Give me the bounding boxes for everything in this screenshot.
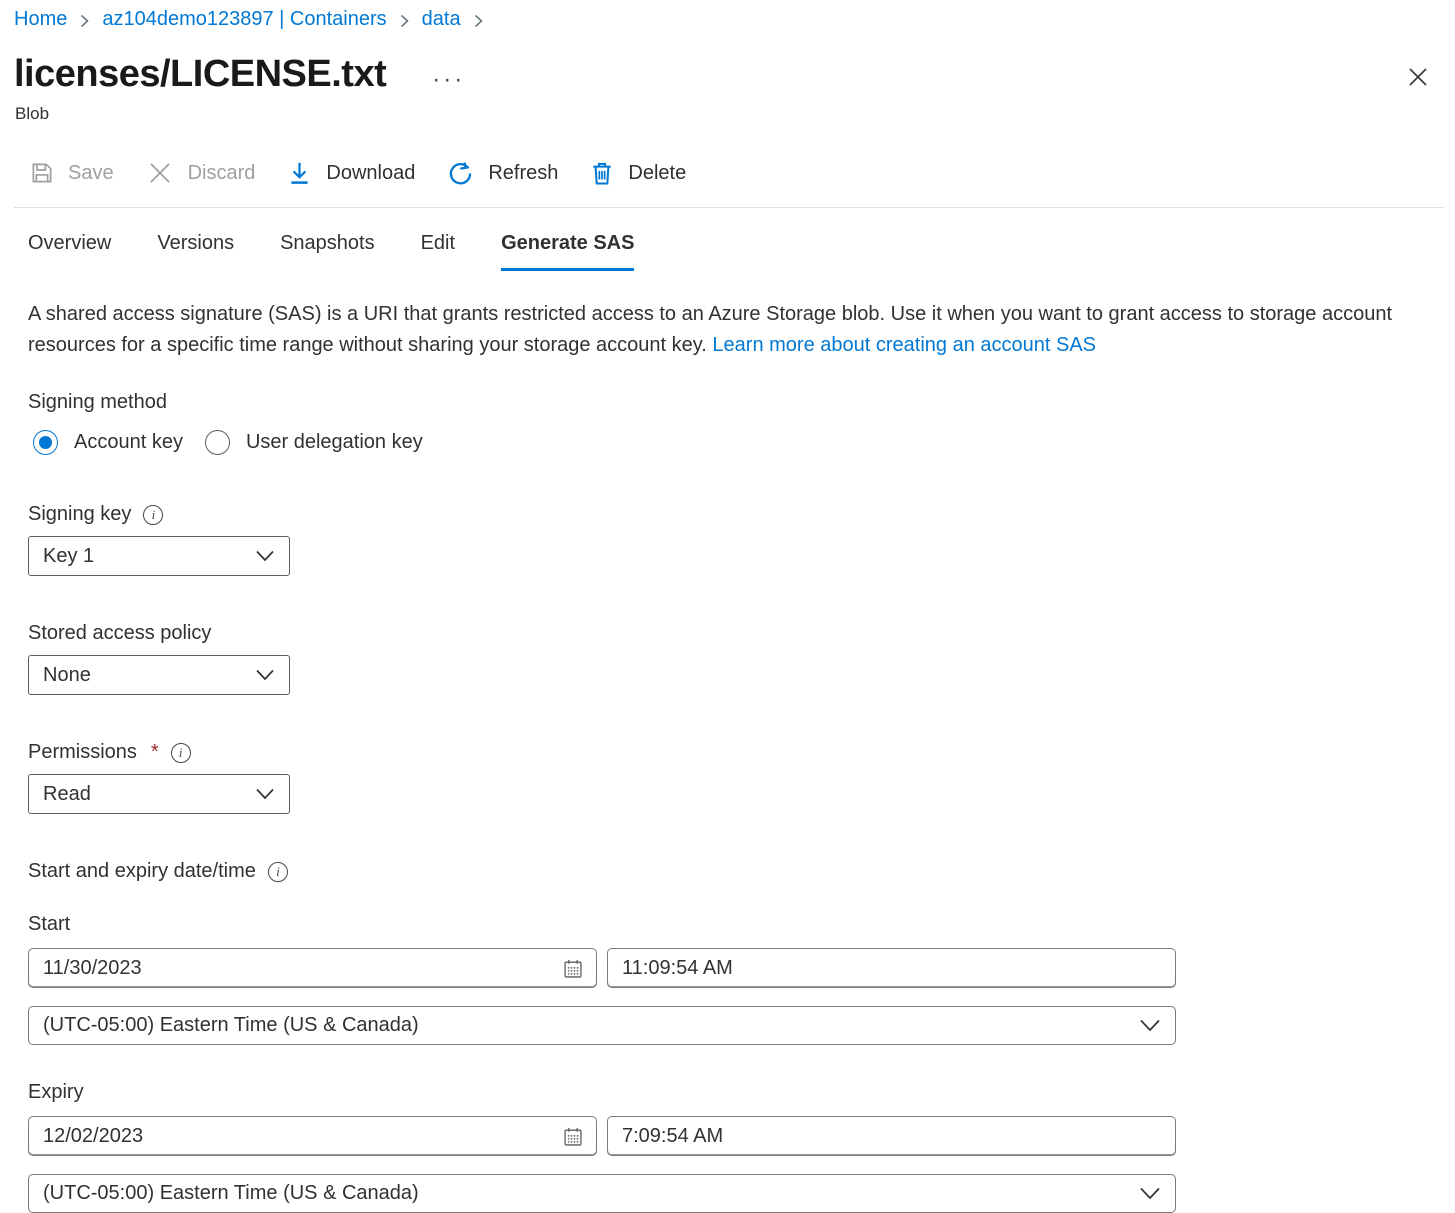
sas-description-text: A shared access signature (SAS) is a URI…	[28, 303, 1392, 356]
start-time-field	[607, 948, 1176, 988]
start-timezone-select[interactable]: (UTC-05:00) Eastern Time (US & Canada)	[28, 1006, 1176, 1045]
toolbar-divider	[14, 207, 1444, 208]
breadcrumb-container[interactable]: az104demo123897 | Containers	[102, 8, 386, 31]
signing-key-value: Key 1	[43, 545, 94, 568]
permissions-select[interactable]: Read	[28, 774, 290, 814]
start-expiry-label-row: Start and expiry date/time i	[28, 860, 1455, 883]
permissions-value: Read	[43, 783, 91, 806]
tab-bar: Overview Versions Snapshots Edit Generat…	[28, 232, 1455, 271]
radio-account-key[interactable]: Account key	[33, 430, 183, 455]
download-button[interactable]: Download	[287, 160, 415, 187]
expiry-date-field	[28, 1116, 597, 1156]
start-date-field	[28, 948, 597, 988]
chevron-down-icon	[1139, 1018, 1161, 1033]
radio-selected-icon	[33, 430, 58, 455]
required-asterisk: *	[151, 741, 159, 764]
chevron-down-icon	[1139, 1186, 1161, 1201]
save-icon	[30, 161, 54, 185]
chevron-down-icon	[255, 787, 275, 801]
start-date-input[interactable]	[43, 957, 562, 980]
signing-key-label-row: Signing key i	[28, 503, 1455, 526]
chevron-right-icon	[79, 13, 90, 29]
start-timezone-value: (UTC-05:00) Eastern Time (US & Canada)	[43, 1014, 419, 1037]
tab-overview[interactable]: Overview	[28, 232, 111, 271]
permissions-label-row: Permissions * i	[28, 741, 1455, 764]
start-datetime-row	[28, 948, 1455, 988]
delete-label: Delete	[628, 162, 686, 185]
radio-user-delegation-key-label: User delegation key	[246, 431, 423, 454]
permissions-label: Permissions	[28, 741, 137, 764]
save-label: Save	[68, 162, 114, 185]
chevron-right-icon	[399, 13, 410, 29]
discard-button[interactable]: Discard	[146, 159, 256, 187]
start-label: Start	[28, 913, 1455, 936]
expiry-timezone-value: (UTC-05:00) Eastern Time (US & Canada)	[43, 1182, 419, 1205]
refresh-button[interactable]: Refresh	[447, 160, 558, 187]
info-icon[interactable]: i	[143, 505, 163, 525]
trash-icon	[590, 160, 614, 187]
more-options-button[interactable]: ···	[432, 75, 465, 85]
calendar-icon[interactable]	[562, 1124, 584, 1148]
start-time-input[interactable]	[622, 957, 1163, 980]
expiry-timezone-select[interactable]: (UTC-05:00) Eastern Time (US & Canada)	[28, 1174, 1176, 1213]
chevron-down-icon	[255, 668, 275, 682]
radio-unselected-icon	[205, 430, 230, 455]
tab-snapshots[interactable]: Snapshots	[280, 232, 375, 271]
expiry-label: Expiry	[28, 1081, 1455, 1104]
tab-versions[interactable]: Versions	[157, 232, 234, 271]
signing-key-label: Signing key	[28, 503, 131, 526]
discard-icon	[146, 159, 174, 187]
download-label: Download	[326, 162, 415, 185]
info-icon[interactable]: i	[268, 862, 288, 882]
chevron-right-icon	[473, 13, 484, 29]
refresh-label: Refresh	[488, 162, 558, 185]
delete-button[interactable]: Delete	[590, 160, 686, 187]
expiry-time-input[interactable]	[622, 1125, 1163, 1148]
chevron-down-icon	[255, 549, 275, 563]
download-icon	[287, 160, 312, 187]
expiry-datetime-row	[28, 1116, 1455, 1156]
breadcrumb: Home az104demo123897 | Containers data	[0, 0, 1455, 31]
signing-key-select[interactable]: Key 1	[28, 536, 290, 576]
close-icon[interactable]	[1405, 64, 1431, 90]
refresh-icon	[447, 160, 474, 187]
info-icon[interactable]: i	[171, 743, 191, 763]
signing-method-group: Account key User delegation key	[33, 430, 1455, 455]
page-title: licenses/LICENSE.txt	[14, 53, 386, 96]
breadcrumb-home[interactable]: Home	[14, 8, 67, 31]
stored-access-policy-label: Stored access policy	[28, 622, 1455, 645]
expiry-date-input[interactable]	[43, 1125, 562, 1148]
command-bar: Save Discard Download Refresh Delete	[30, 154, 1455, 192]
save-button[interactable]: Save	[30, 161, 114, 185]
calendar-icon[interactable]	[562, 956, 584, 980]
learn-more-link[interactable]: Learn more about creating an account SAS	[712, 334, 1096, 356]
radio-account-key-label: Account key	[74, 431, 183, 454]
discard-label: Discard	[188, 162, 256, 185]
stored-access-policy-select[interactable]: None	[28, 655, 290, 695]
start-expiry-label: Start and expiry date/time	[28, 860, 256, 883]
stored-access-policy-value: None	[43, 664, 91, 687]
radio-user-delegation-key[interactable]: User delegation key	[205, 430, 423, 455]
breadcrumb-data[interactable]: data	[422, 8, 461, 31]
sas-description: A shared access signature (SAS) is a URI…	[28, 299, 1406, 361]
expiry-time-field	[607, 1116, 1176, 1156]
header: licenses/LICENSE.txt ···	[14, 53, 1455, 96]
signing-method-label: Signing method	[28, 391, 1455, 414]
blob-type-label: Blob	[15, 104, 1455, 124]
tab-edit[interactable]: Edit	[421, 232, 455, 271]
tab-generate-sas[interactable]: Generate SAS	[501, 232, 634, 271]
